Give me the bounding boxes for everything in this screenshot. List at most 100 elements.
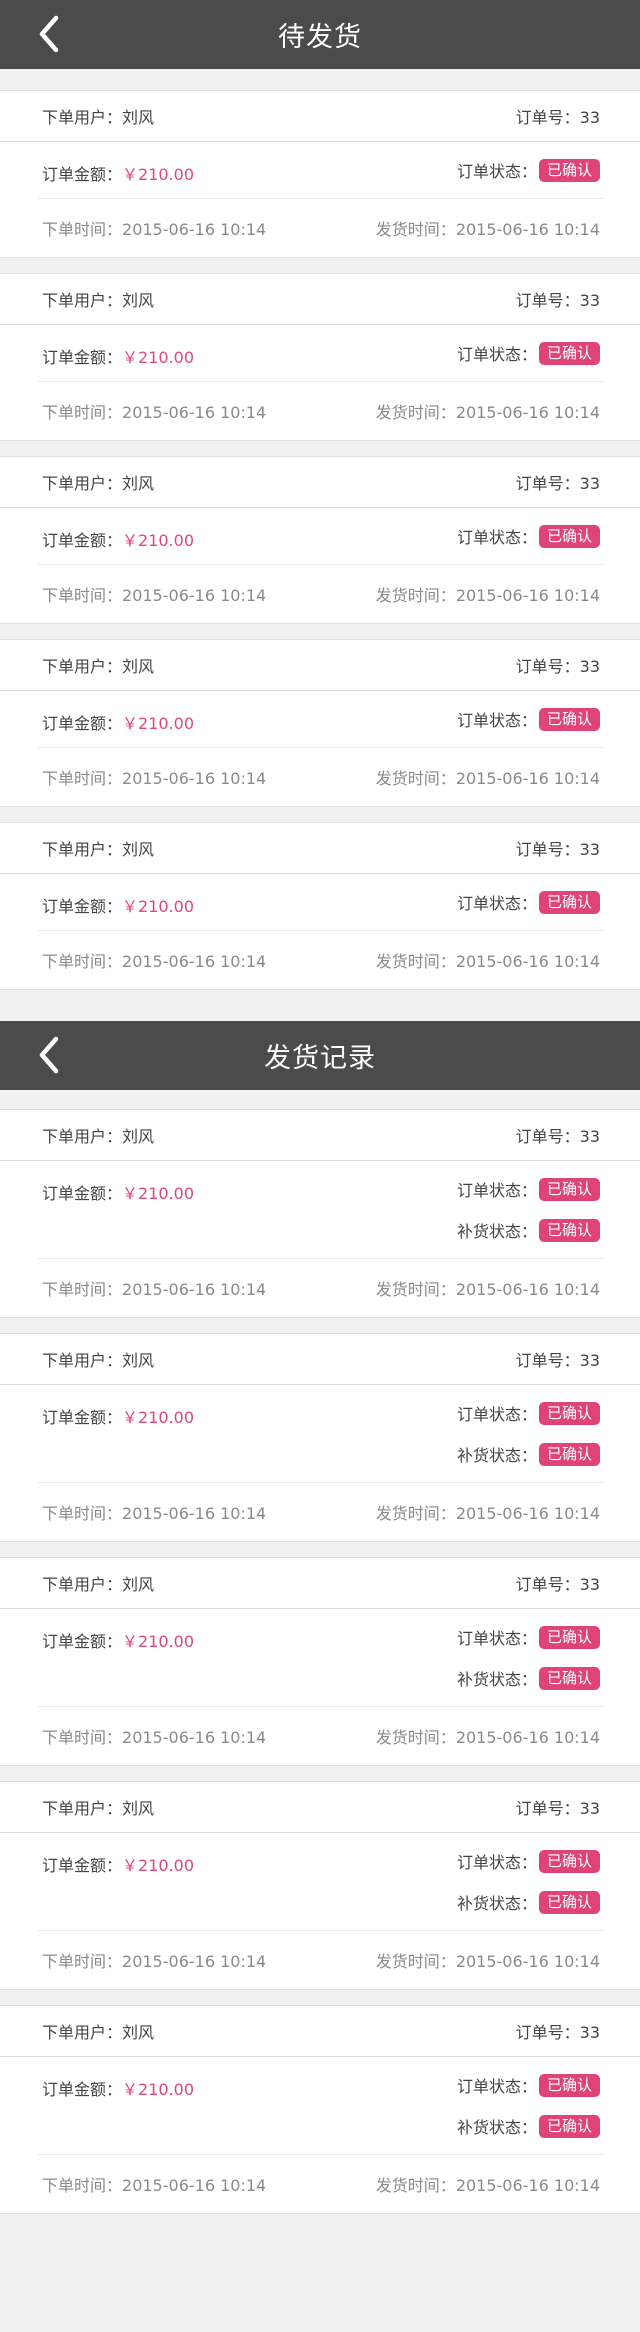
order-time-value: 2015-06-16 10:14 bbox=[122, 220, 267, 239]
order-amount: 订单金额：￥210.00 bbox=[42, 1833, 194, 1930]
order-number-value: 33 bbox=[579, 1575, 600, 1594]
order-card[interactable]: 下单用户：刘风 订单号：33 订单金额：￥210.00 订单状态： 已确认 下单时间：20… bbox=[0, 273, 640, 441]
ship-time-value: 2015-06-16 10:14 bbox=[455, 952, 600, 971]
order-amount-label: 订单金额： bbox=[42, 897, 123, 916]
order-time-value: 2015-06-16 10:14 bbox=[122, 2176, 267, 2195]
order-time-value: 2015-06-16 10:14 bbox=[122, 586, 267, 605]
order-status-label: 订单状态： bbox=[456, 894, 537, 913]
ship-time: 发货时间：2015-06-16 10:14 bbox=[376, 1724, 600, 1748]
order-time-row: 下单时间：2015-06-16 10:14 发货时间：2015-06-16 10:… bbox=[0, 931, 640, 989]
order-number: 订单号：33 bbox=[516, 836, 600, 860]
order-status-line: 订单状态： 已确认 bbox=[457, 157, 600, 183]
restock-status-label: 补货状态： bbox=[456, 1446, 537, 1465]
restock-status-badge: 已确认 bbox=[538, 2114, 600, 2138]
back-button-pending[interactable] bbox=[34, 12, 64, 56]
order-amount-value: ￥210.00 bbox=[122, 1184, 195, 1203]
order-detail-row: 订单金额：￥210.00 订单状态： 已确认 bbox=[38, 691, 604, 748]
order-status-group: 订单状态： 已确认 补货状态： 已确认 bbox=[457, 2057, 600, 2154]
order-amount-value: ￥210.00 bbox=[122, 531, 195, 550]
order-amount-value: ￥210.00 bbox=[122, 714, 195, 733]
restock-status-line: 补货状态： 已确认 bbox=[457, 2113, 600, 2139]
ship-time-label: 发货时间： bbox=[375, 769, 456, 788]
order-time-value: 2015-06-16 10:14 bbox=[122, 1728, 267, 1747]
ship-time-label: 发货时间： bbox=[375, 2176, 456, 2195]
order-card[interactable]: 下单用户：刘风 订单号：33 订单金额：￥210.00 订单状态： 已确认 下单时间：20… bbox=[0, 639, 640, 807]
order-number: 订单号：33 bbox=[516, 1123, 600, 1147]
order-number-label: 订单号： bbox=[515, 840, 580, 859]
order-user-label: 下单用户： bbox=[42, 2023, 123, 2042]
order-card[interactable]: 下单用户：刘风 订单号：33 订单金额：￥210.00 订单状态： 已确认 补货状态： 已确… bbox=[0, 2005, 640, 2214]
order-amount: 订单金额：￥210.00 bbox=[42, 508, 194, 564]
order-user-label: 下单用户： bbox=[42, 1799, 123, 1818]
order-status-label: 订单状态： bbox=[456, 711, 537, 730]
order-number-value: 33 bbox=[579, 1351, 600, 1370]
order-user: 下单用户：刘风 bbox=[42, 470, 154, 494]
order-card[interactable]: 下单用户：刘风 订单号：33 订单金额：￥210.00 订单状态： 已确认 补货状态： 已确… bbox=[0, 1557, 640, 1766]
order-amount-label: 订单金额： bbox=[42, 531, 123, 550]
ship-time-label: 发货时间： bbox=[375, 220, 456, 239]
order-time-row: 下单时间：2015-06-16 10:14 发货时间：2015-06-16 10:… bbox=[0, 1707, 640, 1765]
order-user-label: 下单用户： bbox=[42, 108, 123, 127]
order-status-badge: 已确认 bbox=[538, 1177, 600, 1201]
order-time-value: 2015-06-16 10:14 bbox=[122, 1952, 267, 1971]
order-number-label: 订单号： bbox=[515, 474, 580, 493]
order-number: 订单号：33 bbox=[516, 287, 600, 311]
restock-status-label: 补货状态： bbox=[456, 1670, 537, 1689]
order-user-label: 下单用户： bbox=[42, 474, 123, 493]
order-time-label: 下单时间： bbox=[42, 586, 123, 605]
order-amount-label: 订单金额： bbox=[42, 1184, 123, 1203]
order-card[interactable]: 下单用户：刘风 订单号：33 订单金额：￥210.00 订单状态： 已确认 补货状态： 已确… bbox=[0, 1333, 640, 1542]
restock-status-line: 补货状态： 已确认 bbox=[457, 1889, 600, 1915]
order-time-label: 下单时间： bbox=[42, 2176, 123, 2195]
order-time: 下单时间：2015-06-16 10:14 bbox=[42, 216, 266, 240]
restock-status-label: 补货状态： bbox=[456, 1894, 537, 1913]
order-amount-value: ￥210.00 bbox=[122, 1632, 195, 1651]
order-amount-label: 订单金额： bbox=[42, 1856, 123, 1875]
ship-time-value: 2015-06-16 10:14 bbox=[455, 220, 600, 239]
back-button-records[interactable] bbox=[34, 1033, 64, 1077]
order-time-value: 2015-06-16 10:14 bbox=[122, 952, 267, 971]
ship-time-value: 2015-06-16 10:14 bbox=[455, 586, 600, 605]
order-number-label: 订单号： bbox=[515, 1799, 580, 1818]
order-detail-row: 订单金额：￥210.00 订单状态： 已确认 bbox=[38, 874, 604, 931]
order-time-label: 下单时间： bbox=[42, 1280, 123, 1299]
restock-status-line: 补货状态： 已确认 bbox=[457, 1441, 600, 1467]
order-amount: 订单金额：￥210.00 bbox=[42, 142, 194, 198]
order-status-label: 订单状态： bbox=[456, 1405, 537, 1424]
order-time-row: 下单时间：2015-06-16 10:14 发货时间：2015-06-16 10:… bbox=[0, 565, 640, 623]
order-number-value: 33 bbox=[579, 2023, 600, 2042]
order-user-value: 刘风 bbox=[122, 474, 155, 493]
order-status-label: 订单状态： bbox=[456, 1629, 537, 1648]
ship-time-value: 2015-06-16 10:14 bbox=[455, 1728, 600, 1747]
restock-status-badge: 已确认 bbox=[538, 1442, 600, 1466]
order-header-row: 下单用户：刘风 订单号：33 bbox=[0, 1334, 640, 1385]
order-card[interactable]: 下单用户：刘风 订单号：33 订单金额：￥210.00 订单状态： 已确认 补货状态： 已确… bbox=[0, 1109, 640, 1318]
order-card[interactable]: 下单用户：刘风 订单号：33 订单金额：￥210.00 订单状态： 已确认 下单时间：20… bbox=[0, 90, 640, 258]
order-status-group: 订单状态： 已确认 bbox=[457, 508, 600, 564]
order-number-label: 订单号： bbox=[515, 1127, 580, 1146]
order-time-label: 下单时间： bbox=[42, 952, 123, 971]
order-header-row: 下单用户：刘风 订单号：33 bbox=[0, 2006, 640, 2057]
order-status-group: 订单状态： 已确认 bbox=[457, 325, 600, 381]
order-time: 下单时间：2015-06-16 10:14 bbox=[42, 399, 266, 423]
order-time-row: 下单时间：2015-06-16 10:14 发货时间：2015-06-16 10:… bbox=[0, 748, 640, 806]
ship-time: 发货时间：2015-06-16 10:14 bbox=[376, 582, 600, 606]
order-card[interactable]: 下单用户：刘风 订单号：33 订单金额：￥210.00 订单状态： 已确认 补货状态： 已确… bbox=[0, 1781, 640, 1990]
order-user-label: 下单用户： bbox=[42, 1351, 123, 1370]
order-amount-label: 订单金额： bbox=[42, 1408, 123, 1427]
order-user-value: 刘风 bbox=[122, 1127, 155, 1146]
order-status-label: 订单状态： bbox=[456, 1853, 537, 1872]
order-user-label: 下单用户： bbox=[42, 840, 123, 859]
order-time: 下单时间：2015-06-16 10:14 bbox=[42, 2172, 266, 2196]
order-card[interactable]: 下单用户：刘风 订单号：33 订单金额：￥210.00 订单状态： 已确认 下单时间：20… bbox=[0, 822, 640, 990]
order-header-row: 下单用户：刘风 订单号：33 bbox=[0, 274, 640, 325]
order-number: 订单号：33 bbox=[516, 470, 600, 494]
order-status-badge: 已确认 bbox=[538, 524, 600, 548]
order-number: 订单号：33 bbox=[516, 1795, 600, 1819]
order-time-label: 下单时间： bbox=[42, 403, 123, 422]
order-amount-label: 订单金额： bbox=[42, 348, 123, 367]
order-user-value: 刘风 bbox=[122, 291, 155, 310]
shipping-record-list: 下单用户：刘风 订单号：33 订单金额：￥210.00 订单状态： 已确认 补货状态： 已确… bbox=[0, 1090, 640, 2214]
order-number-label: 订单号： bbox=[515, 657, 580, 676]
order-card[interactable]: 下单用户：刘风 订单号：33 订单金额：￥210.00 订单状态： 已确认 下单时间：20… bbox=[0, 456, 640, 624]
